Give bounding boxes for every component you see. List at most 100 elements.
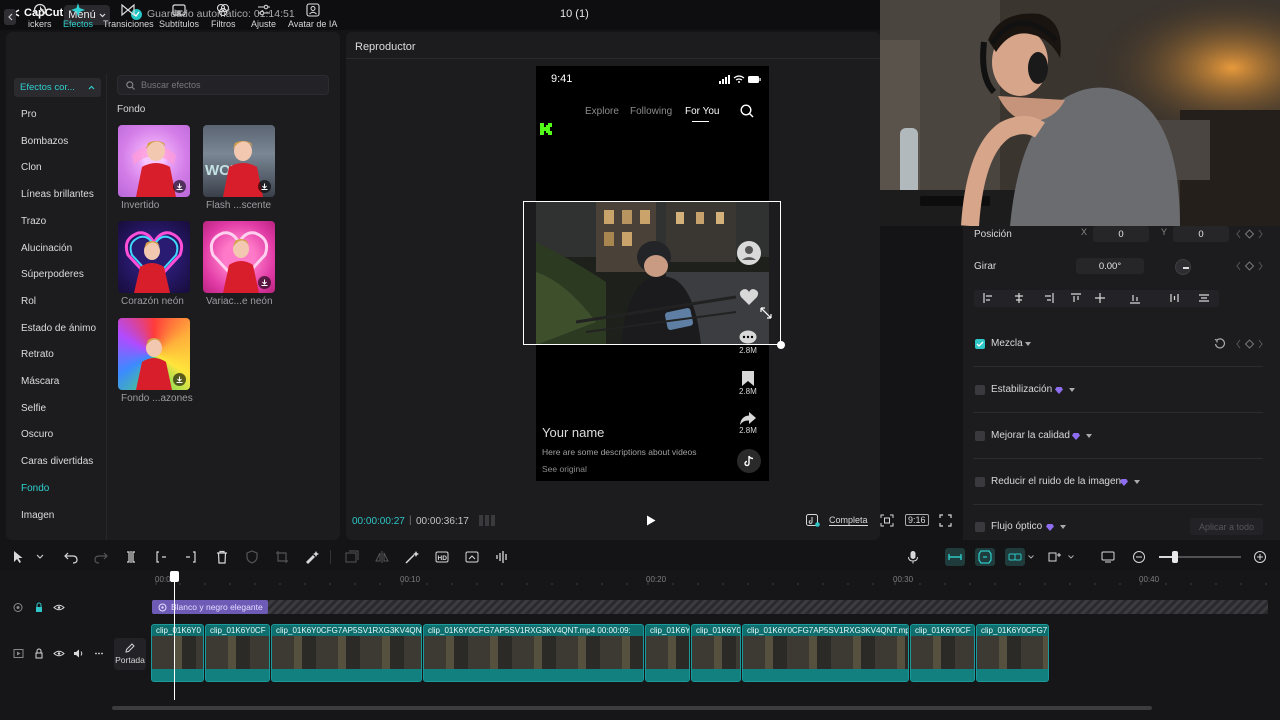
align-icons[interactable] xyxy=(982,292,1217,304)
chevron-down-icon[interactable] xyxy=(1060,525,1066,529)
category-item[interactable]: Alucinación xyxy=(21,243,72,254)
tab-filters[interactable]: Filtros xyxy=(211,3,236,29)
category-item[interactable]: Rol xyxy=(21,296,36,307)
category-item[interactable]: Máscara xyxy=(21,376,59,387)
optical-flow-checkbox[interactable] xyxy=(975,522,985,532)
apply-all-button[interactable]: Aplicar a todo xyxy=(1190,518,1263,535)
microphone-icon[interactable] xyxy=(906,550,920,564)
timeline-scrollbar[interactable] xyxy=(112,706,1152,710)
category-item[interactable]: Estado de ánimo xyxy=(21,323,96,334)
effect-clip[interactable]: Blanco y negro elegante xyxy=(152,600,268,614)
preview-axis-toggle[interactable] xyxy=(1005,548,1025,566)
effect-thumbnail-corazon-neon[interactable] xyxy=(118,221,190,293)
zoom-out-icon[interactable] xyxy=(1132,550,1146,564)
zoom-in-icon[interactable] xyxy=(1253,550,1267,564)
category-item[interactable]: Imagen xyxy=(21,510,54,521)
category-item[interactable]: Caras divertidas xyxy=(21,456,93,467)
category-item[interactable]: Retrato xyxy=(21,349,54,360)
crop-icon[interactable] xyxy=(275,550,289,564)
category-item[interactable]: Bombazos xyxy=(21,136,68,147)
video-clip[interactable]: clip_01K6Y0 xyxy=(151,624,204,682)
fit-screen-icon[interactable] xyxy=(880,514,894,527)
mirror-icon[interactable] xyxy=(375,550,389,564)
download-icon[interactable] xyxy=(258,276,271,289)
noise-checkbox[interactable] xyxy=(975,477,985,487)
effect-thumbnail-invertido[interactable] xyxy=(118,125,190,197)
audio-wave-icon[interactable] xyxy=(495,550,509,564)
download-icon[interactable] xyxy=(173,373,186,386)
effect-thumbnail-flash[interactable]: WOW! xyxy=(203,125,275,197)
chevron-down-icon[interactable] xyxy=(1134,480,1140,484)
download-icon[interactable] xyxy=(258,180,271,193)
rotate-dial[interactable] xyxy=(1175,259,1191,275)
video-clip[interactable]: clip_01K6Y xyxy=(645,624,690,682)
hd-icon[interactable]: HD xyxy=(435,550,449,564)
category-item[interactable]: Clon xyxy=(21,162,42,173)
chevron-down-icon[interactable] xyxy=(1028,555,1034,559)
video-clip[interactable]: clip_01K6Y0CF xyxy=(205,624,270,682)
video-clip[interactable]: clip_01K6Y0CFG7AP5SV1RXG3KV4QNT.mp4 00:0… xyxy=(423,624,644,682)
keyframe-nav-icon[interactable] xyxy=(1236,229,1263,239)
fullscreen-icon[interactable] xyxy=(939,514,952,527)
category-item[interactable]: Oscuro xyxy=(21,429,53,440)
chevron-down-icon[interactable] xyxy=(1069,388,1075,392)
export-frame-icon[interactable] xyxy=(465,550,479,564)
tab-transitions[interactable]: Transiciones xyxy=(103,3,154,29)
timeline-ruler[interactable] xyxy=(150,573,1280,585)
cover-button[interactable]: Portada xyxy=(114,638,146,670)
rotate-input[interactable]: 0.00° xyxy=(1076,258,1144,274)
effect-track[interactable] xyxy=(152,600,1268,614)
search-input[interactable]: Buscar efectos xyxy=(117,75,329,95)
category-item[interactable]: Fondo xyxy=(21,483,49,494)
quality-checkbox[interactable] xyxy=(975,431,985,441)
aspect-ratio-button[interactable]: 9:16 xyxy=(905,514,929,526)
split-screen-icon[interactable] xyxy=(1048,550,1062,564)
tab-stickers[interactable]: ickers xyxy=(28,3,52,29)
chevron-down-icon[interactable] xyxy=(1086,434,1092,438)
position-x-input[interactable]: 0 xyxy=(1093,226,1149,242)
undo-icon[interactable] xyxy=(64,550,78,564)
preview-mode-icon[interactable] xyxy=(1101,550,1115,564)
shield-icon[interactable] xyxy=(245,550,259,564)
play-icon[interactable] xyxy=(646,515,656,526)
effect-thumbnail-fondo-corazones[interactable] xyxy=(118,318,190,390)
stabilization-checkbox[interactable] xyxy=(975,385,985,395)
tab-ai-avatar[interactable]: Avatar de IA xyxy=(288,3,337,29)
download-icon[interactable] xyxy=(173,180,186,193)
split-icon[interactable] xyxy=(124,550,138,564)
clip-selection-frame[interactable] xyxy=(523,201,781,345)
playhead[interactable] xyxy=(174,572,175,700)
ai-edit-icon[interactable] xyxy=(305,550,319,564)
trim-left-icon[interactable] xyxy=(154,550,168,564)
mix-checkbox[interactable] xyxy=(975,339,985,349)
playhead-handle[interactable] xyxy=(170,571,179,582)
tab-adjust[interactable]: Ajuste xyxy=(251,3,276,29)
tab-subtitles[interactable]: Subtítulos xyxy=(159,3,199,29)
magnet-toggle[interactable] xyxy=(975,548,995,566)
video-track-controls[interactable] xyxy=(13,648,105,659)
keyframe-nav-icon[interactable] xyxy=(1236,339,1263,349)
category-item[interactable]: Selfie xyxy=(21,403,46,414)
tabs-scroll-left-button[interactable] xyxy=(4,9,16,25)
magic-wand-icon[interactable] xyxy=(405,550,419,564)
chevron-down-icon[interactable] xyxy=(1068,555,1074,559)
tab-effects[interactable]: Efectos xyxy=(63,3,93,29)
video-clip[interactable]: clip_01K6Y0CFG7 xyxy=(976,624,1049,682)
grid-view-icon[interactable] xyxy=(479,515,497,526)
redo-icon[interactable] xyxy=(94,550,108,564)
category-dropdown[interactable]: Efectos cor... xyxy=(14,78,101,97)
effect-track-controls[interactable] xyxy=(13,602,67,613)
video-clip[interactable]: clip_01K6Y0 xyxy=(691,624,741,682)
freeze-frame-icon[interactable] xyxy=(345,550,359,564)
video-clip[interactable]: clip_01K6Y0CFG7AP5SV1RXG3KV4QN xyxy=(271,624,422,682)
tiktok-export-icon[interactable] xyxy=(806,514,820,527)
resize-handle[interactable] xyxy=(777,341,785,349)
category-item[interactable]: Líneas brillantes xyxy=(21,189,94,200)
position-y-input[interactable]: 0 xyxy=(1173,226,1229,242)
category-item[interactable]: Súperpoderes xyxy=(21,269,84,280)
select-tool-icon[interactable] xyxy=(12,550,44,564)
category-item[interactable]: Pro xyxy=(21,109,37,120)
keyframe-nav-icon[interactable] xyxy=(1236,261,1263,271)
chevron-down-icon[interactable] xyxy=(1025,342,1031,346)
delete-icon[interactable] xyxy=(215,550,229,564)
